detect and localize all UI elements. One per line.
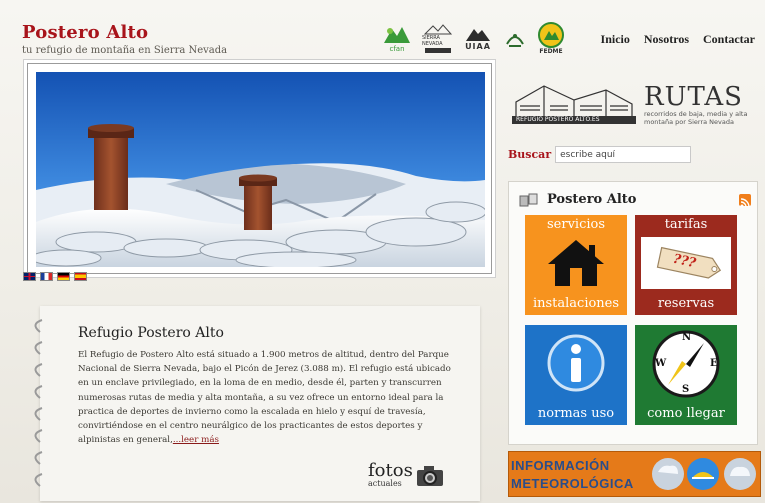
camera-icon (416, 466, 443, 486)
article-body: El Refugio de Postero Alto está situado … (78, 348, 456, 447)
article-title: Refugio Postero Alto (78, 325, 224, 341)
house-icon (548, 240, 604, 286)
rutas-brand-text: REFUGIO POSTERO ALTO.ES (516, 116, 600, 123)
compass-w: W (655, 358, 667, 369)
compass-n: N (682, 332, 692, 343)
weather-line2: METEOROLÓGICA (511, 476, 634, 491)
flag-france-icon[interactable] (40, 272, 53, 281)
nav-contactar[interactable]: Contactar (703, 32, 755, 47)
main-nav: Inicio Nosotros Contactar (601, 32, 755, 47)
normas-tile[interactable]: normas uso (525, 325, 627, 425)
uiaa-logo[interactable]: UIAA (462, 20, 494, 56)
flag-spain-icon[interactable] (74, 272, 87, 281)
site-subtitle: tu refugio de montaña en Sierra Nevada (22, 45, 228, 56)
sierra-nevada-bar (425, 48, 451, 53)
rutas-description: recorridos de baja, media y alta montaña… (644, 110, 748, 126)
info-icon (547, 334, 605, 392)
compass-s: S (682, 384, 690, 395)
brand[interactable]: Postero Alto tu refugio de montaña en Si… (22, 22, 227, 56)
como-llegar-tile[interactable]: N E S W como llegar (635, 325, 737, 425)
chimney-left (88, 124, 134, 210)
hero-image-frame (27, 63, 492, 274)
search-box: Buscar (508, 146, 692, 163)
panel-title: Postero Alto (547, 192, 637, 207)
pages-icon (519, 193, 538, 206)
servicios-label: servicios (546, 217, 606, 232)
compass-e: E (710, 358, 718, 369)
snow-cloud-icon (724, 458, 756, 490)
rutas-title[interactable]: RUTAS (644, 82, 743, 112)
sierra-nevada-text: SIERRA NEVADA (422, 35, 443, 47)
flag-germany-icon[interactable] (57, 272, 70, 281)
panel-header: Postero Alto (519, 192, 636, 207)
partner-logos: cfan SIERRA NEVADA UIAA FEDME (380, 20, 566, 56)
postero-alto-panel: Postero Alto servicios instalaciones tar… (508, 181, 758, 445)
hero-image (36, 72, 485, 267)
search-label: Buscar (508, 148, 552, 161)
weather-banner[interactable]: INFORMACIÓN METEOROLÓGICA (508, 451, 761, 497)
weather-icons (652, 458, 756, 490)
reservas-label: reservas (657, 296, 715, 311)
nav-nosotros[interactable]: Nosotros (644, 32, 689, 47)
cloud-rain-icon (652, 458, 684, 490)
sun-icon (687, 458, 719, 490)
cfan-logo[interactable]: cfan (380, 20, 414, 56)
language-flags (23, 272, 87, 281)
servicios-tile[interactable]: servicios instalaciones (525, 215, 627, 315)
normas-uso-label: normas uso (537, 406, 615, 421)
page: Postero Alto tu refugio de montaña en Si… (0, 0, 765, 503)
read-more-link[interactable]: ...leer más (173, 435, 219, 445)
fedme-text: FEDME (539, 47, 563, 55)
tarifas-tile[interactable]: tarifas ??? reservas (635, 215, 737, 315)
site-title[interactable]: Postero Alto (22, 22, 227, 43)
fotos-actuales-link[interactable]: fotos actuales (368, 460, 445, 488)
fedme-logo[interactable]: FEDME (536, 20, 566, 56)
chimney-right (239, 174, 277, 230)
sierra-nevada-logo[interactable]: SIERRA NEVADA (422, 20, 454, 56)
uiaa-text: UIAA (465, 41, 491, 51)
nav-inicio[interactable]: Inicio (601, 32, 630, 47)
fotos-label: fotos (368, 460, 413, 481)
junta-logo[interactable] (502, 20, 528, 56)
notebook-coil (34, 319, 43, 487)
tarifas-label: tarifas (664, 217, 708, 232)
instalaciones-label: instalaciones (532, 296, 620, 311)
rss-icon[interactable] (739, 194, 751, 208)
cfan-text: cfan (389, 45, 405, 53)
flag-uk-icon[interactable] (23, 272, 36, 281)
weather-line1: INFORMACIÓN (511, 458, 610, 473)
price-tag-panel: ??? (641, 237, 731, 289)
article-text: El Refugio de Postero Alto está situado … (78, 350, 451, 446)
search-input[interactable] (555, 146, 692, 163)
como-llegar-label: como llegar (647, 406, 725, 421)
